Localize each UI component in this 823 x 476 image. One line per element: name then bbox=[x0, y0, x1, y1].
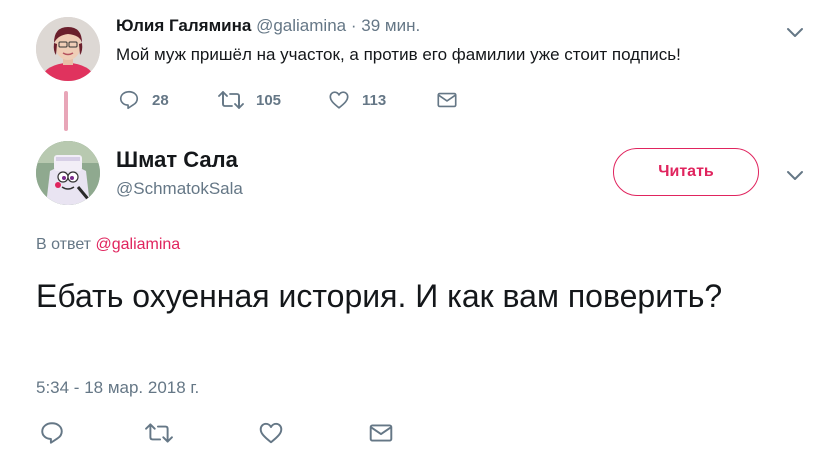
like-icon bbox=[329, 91, 349, 109]
parent-tweet-time[interactable]: 39 мин. bbox=[361, 16, 420, 35]
parent-tweet-text: Мой муж пришёл на участок, а против его … bbox=[116, 45, 681, 64]
reply-button[interactable] bbox=[39, 420, 65, 451]
tweet-timestamp[interactable]: 5:34 - 18 мар. 2018 г. bbox=[36, 378, 199, 398]
reply-icon bbox=[119, 90, 139, 110]
parent-author-name[interactable]: Юлия Галямина bbox=[116, 16, 251, 35]
parent-author-handle[interactable]: @galiamina bbox=[256, 16, 346, 35]
tweet-more-menu[interactable] bbox=[783, 163, 807, 187]
author-name[interactable]: Шмат Сала bbox=[116, 147, 238, 173]
parent-time-separator: · bbox=[350, 16, 357, 35]
like-icon bbox=[259, 422, 283, 444]
parent-dm-action[interactable] bbox=[436, 89, 458, 111]
parent-retweet-action[interactable]: 105 bbox=[218, 89, 328, 111]
parent-reply-action[interactable]: 28 bbox=[118, 89, 218, 111]
direct-message-icon bbox=[437, 92, 457, 108]
parent-tweet-actions: 28 105 113 bbox=[118, 89, 458, 111]
tweet-actions bbox=[36, 420, 396, 450]
chevron-down-icon bbox=[787, 28, 803, 37]
retweet-icon bbox=[145, 423, 173, 443]
tweet-text: Ебать охуенная история. И как вам повери… bbox=[36, 278, 723, 314]
parent-like-action[interactable]: 113 bbox=[328, 89, 436, 111]
reply-context: В ответ @galiamina bbox=[36, 236, 180, 254]
parent-like-count: 113 bbox=[362, 91, 387, 109]
direct-message-icon bbox=[369, 424, 393, 442]
chevron-down-icon bbox=[787, 171, 803, 180]
parent-tweet-header: Юлия Галямина @galiamina · 39 мин. bbox=[116, 16, 420, 36]
like-button[interactable] bbox=[258, 420, 284, 451]
reply-icon bbox=[41, 422, 63, 444]
reply-prefix: В ответ bbox=[36, 236, 92, 253]
author-handle[interactable]: @SchmatokSala bbox=[116, 179, 243, 199]
parent-reply-count: 28 bbox=[152, 91, 169, 109]
parent-retweet-count: 105 bbox=[256, 91, 282, 109]
avatar-galiamina[interactable] bbox=[36, 17, 100, 81]
avatar-schmatoksala[interactable] bbox=[36, 141, 100, 205]
reply-handle-link[interactable]: @galiamina bbox=[95, 236, 180, 253]
parent-more-menu[interactable] bbox=[783, 20, 807, 44]
follow-button[interactable]: Читать bbox=[613, 148, 759, 196]
retweet-icon bbox=[218, 91, 244, 109]
retweet-button[interactable] bbox=[145, 420, 173, 451]
thread-connector bbox=[64, 91, 68, 131]
direct-message-button[interactable] bbox=[368, 420, 394, 451]
